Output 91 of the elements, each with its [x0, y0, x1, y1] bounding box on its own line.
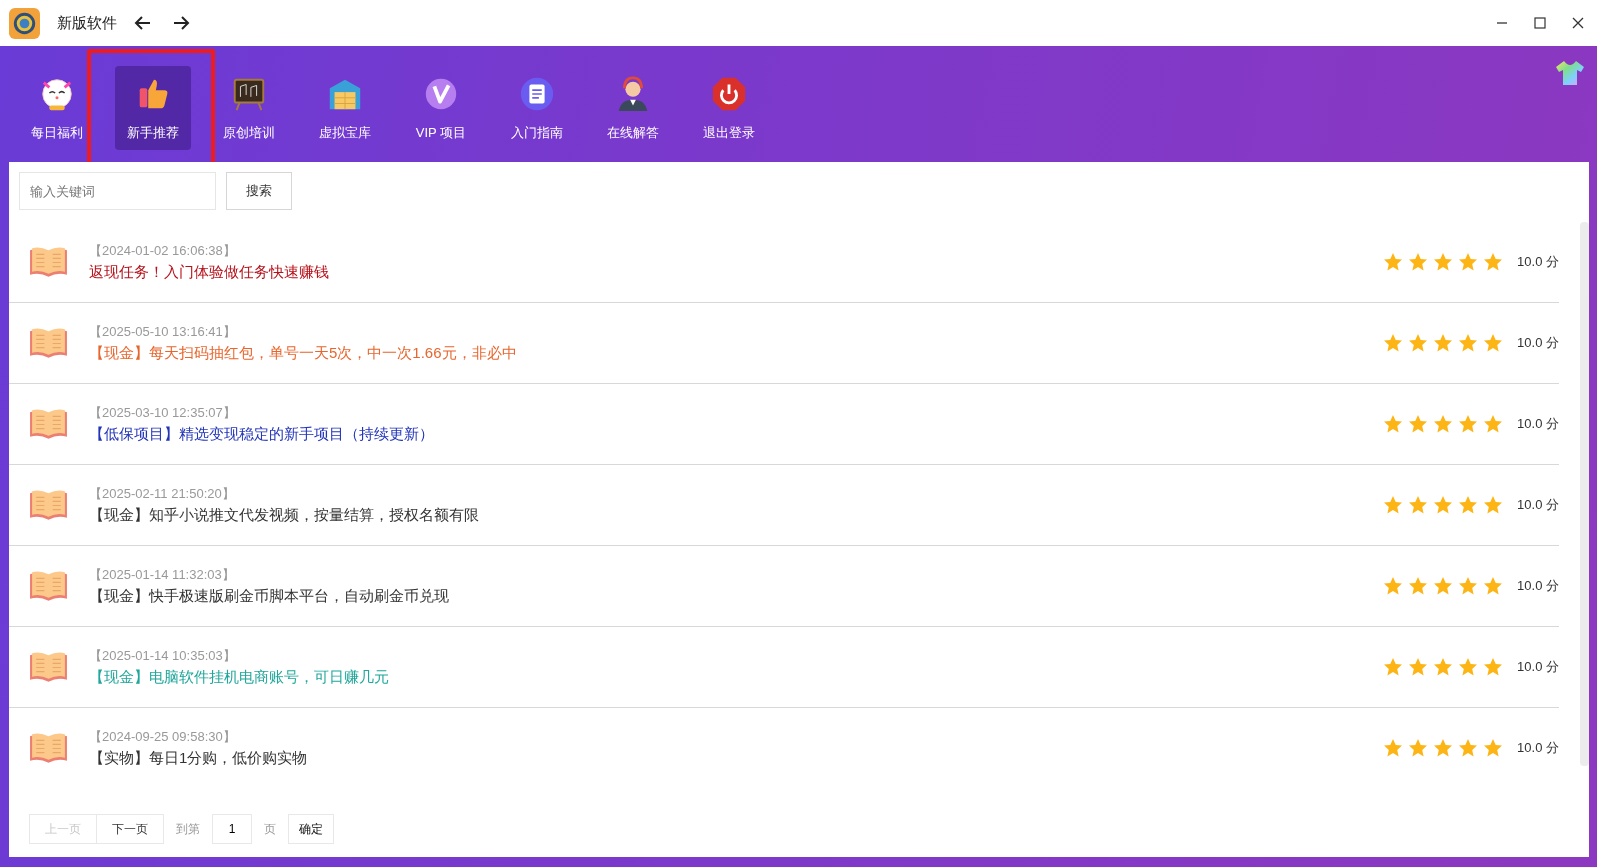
next-page-button[interactable]: 下一页 — [97, 814, 164, 844]
star-icon — [1383, 495, 1404, 515]
star-icon — [1483, 495, 1504, 515]
nav-tab[interactable]: 入门指南 — [499, 66, 575, 150]
star-icon — [1408, 495, 1429, 515]
star-icon — [1433, 333, 1454, 353]
page-number-field[interactable]: 1 — [212, 814, 252, 844]
score-text: 10.0 分 — [1517, 577, 1559, 595]
app-logo-icon — [9, 7, 40, 39]
timestamp: 【2025-05-10 13:16:41】 — [89, 323, 237, 341]
star-icon — [1433, 657, 1454, 677]
nav-tab[interactable]: 退出登录 — [691, 66, 767, 150]
book-icon — [28, 731, 69, 765]
search-button[interactable]: 搜索 — [226, 172, 292, 210]
star-icon — [1458, 738, 1479, 758]
list-row[interactable]: 【2025-01-14 11:32:03】 【现金】快手极速版刷金币脚本平台，自动刷金币兑现 10.0 分 — [9, 546, 1559, 627]
star-icon — [1458, 495, 1479, 515]
star-icon — [1408, 252, 1429, 272]
document-icon — [518, 75, 556, 113]
star-icon — [1383, 414, 1404, 434]
search-field[interactable]: 输入关键词 — [19, 172, 216, 210]
timestamp: 【2024-01-02 16:06:38】 — [89, 242, 237, 260]
star-icon — [1458, 252, 1479, 272]
star-icon — [1408, 333, 1429, 353]
book-icon — [28, 407, 69, 441]
timestamp: 【2025-01-14 11:32:03】 — [89, 566, 236, 584]
book-icon — [28, 488, 69, 522]
list-row[interactable]: 【2025-01-14 10:35:03】 【现金】电脑软件挂机电商账号，可日赚几元 10.0 分 — [9, 627, 1559, 708]
star-icon — [1458, 657, 1479, 677]
star-icon — [1433, 576, 1454, 596]
star-icon — [1383, 252, 1404, 272]
item-title[interactable]: 【实物】每日1分购，低价购实物 — [89, 749, 1384, 768]
star-icon — [1458, 333, 1479, 353]
scrollbar[interactable] — [1580, 222, 1589, 766]
star-icon — [1408, 576, 1429, 596]
book-icon — [28, 326, 69, 360]
goto-label: 到第 — [176, 820, 200, 838]
timestamp: 【2024-09-25 09:58:30】 — [89, 728, 237, 746]
nav-tab[interactable]: 虚拟宝库 — [307, 66, 383, 150]
score-text: 10.0 分 — [1517, 496, 1559, 514]
nav-tab[interactable]: VIP 项目 — [403, 66, 479, 150]
star-icon — [1483, 657, 1504, 677]
star-icon — [1383, 333, 1404, 353]
book-icon — [28, 245, 69, 279]
window-close-icon[interactable] — [1572, 17, 1584, 29]
score-text: 10.0 分 — [1517, 334, 1559, 352]
timestamp: 【2025-03-10 12:35:07】 — [89, 404, 237, 422]
window-title: 新版软件 — [57, 13, 117, 33]
page-label: 页 — [264, 820, 276, 838]
shirt-icon[interactable] — [1555, 60, 1585, 86]
nav-tab[interactable]: 新手推荐 — [115, 66, 191, 150]
star-icon — [1408, 414, 1429, 434]
book-icon — [28, 569, 69, 603]
window-maximize-icon[interactable] — [1534, 17, 1546, 29]
nav-tab[interactable]: 每日福利 — [19, 66, 95, 150]
list-row[interactable]: 【2025-02-11 21:50:20】 【现金】知乎小说推文代发视频，按量结算，授权名额有限 10.0 分 — [9, 465, 1559, 546]
list-row[interactable]: 【2024-09-25 09:58:30】 【实物】每日1分购，低价购实物 10.0 分 — [9, 708, 1559, 788]
star-icon — [1408, 657, 1429, 677]
star-icon — [1383, 657, 1404, 677]
list-row[interactable]: 【2025-03-10 12:35:07】 【低保项目】精选变现稳定的新手项目（持续更新） 10.0 分 — [9, 384, 1559, 465]
nav-tab[interactable]: 在线解答 — [595, 66, 671, 150]
book-icon — [28, 650, 69, 684]
score-text: 10.0 分 — [1517, 739, 1559, 757]
nav-tab[interactable]: 原创培训 — [211, 66, 287, 150]
item-title[interactable]: 【现金】知乎小说推文代发视频，按量结算，授权名额有限 — [89, 506, 1384, 525]
star-icon — [1383, 576, 1404, 596]
score-text: 10.0 分 — [1517, 415, 1559, 433]
star-icon — [1458, 576, 1479, 596]
star-icon — [1433, 252, 1454, 272]
star-icon — [1483, 333, 1504, 353]
star-icon — [1483, 576, 1504, 596]
timestamp: 【2025-02-11 21:50:20】 — [89, 485, 236, 503]
list-row[interactable]: 【2025-05-10 13:16:41】 【现金】每天扫码抽红包，单号一天5次，中一次1.66元，非必中 10.0 分 — [9, 303, 1559, 384]
star-icon — [1483, 252, 1504, 272]
star-icon — [1383, 738, 1404, 758]
star-icon — [1433, 738, 1454, 758]
star-icon — [1433, 495, 1454, 515]
power-icon — [710, 75, 748, 113]
item-title[interactable]: 【低保项目】精选变现稳定的新手项目（持续更新） — [89, 425, 1384, 444]
item-title[interactable]: 【现金】快手极速版刷金币脚本平台，自动刷金币兑现 — [89, 587, 1384, 606]
list-row[interactable]: 【2024-01-02 16:06:38】 返现任务！入门体验做任务快速赚钱 10.0 分 — [9, 222, 1559, 303]
confirm-button[interactable]: 确定 — [288, 814, 334, 844]
star-icon — [1433, 414, 1454, 434]
star-icon — [1483, 738, 1504, 758]
score-text: 10.0 分 — [1517, 253, 1559, 271]
score-text: 10.0 分 — [1517, 658, 1559, 676]
item-title[interactable]: 返现任务！入门体验做任务快速赚钱 — [89, 263, 1384, 282]
timestamp: 【2025-01-14 10:35:03】 — [89, 647, 237, 665]
star-icon — [1483, 414, 1504, 434]
star-icon — [1458, 414, 1479, 434]
star-icon — [1408, 738, 1429, 758]
